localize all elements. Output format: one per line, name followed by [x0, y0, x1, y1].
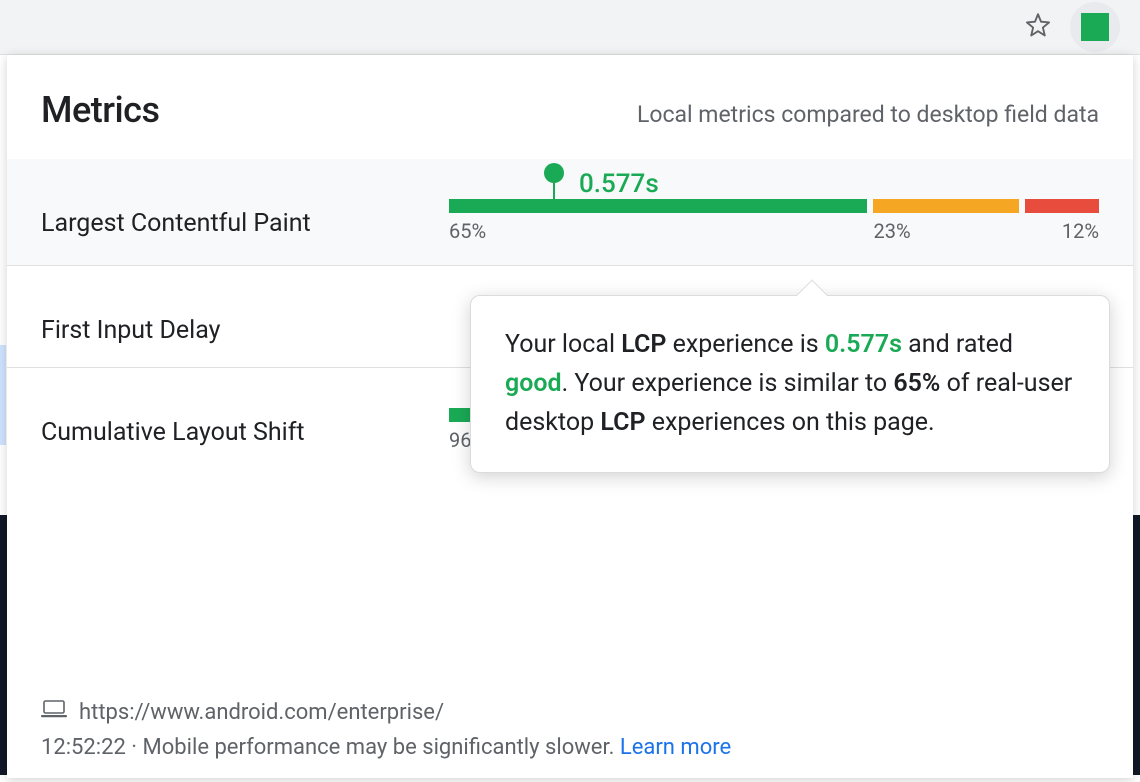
footer-status-line: 12:52:22 · Mobile performance may be sig…: [41, 735, 1099, 760]
distribution-bar: [449, 199, 1099, 213]
learn-more-link[interactable]: Learn more: [620, 735, 731, 760]
metric-distribution: 0.577s65%23%12%: [449, 181, 1099, 243]
metric-name: Largest Contentful Paint: [41, 181, 421, 238]
segment-g: [449, 199, 867, 213]
local-value-label: 0.577s: [579, 169, 659, 199]
panel-footer: https://www.android.com/enterprise/ 12:5…: [7, 689, 1133, 778]
footer-url: https://www.android.com/enterprise/: [79, 700, 444, 725]
metric-name: First Input Delay: [41, 288, 421, 345]
panel-title: Metrics: [41, 89, 159, 131]
panel-header: Metrics Local metrics compared to deskto…: [7, 55, 1133, 159]
segment-label: 23%: [873, 219, 1019, 243]
web-vitals-icon: [1081, 13, 1109, 41]
panel-subtitle: Local metrics compared to desktop field …: [637, 101, 1099, 128]
laptop-icon: [41, 699, 67, 725]
extension-badge[interactable]: [1070, 2, 1120, 52]
footer-url-row: https://www.android.com/enterprise/: [41, 699, 1099, 725]
segment-label: 65%: [449, 219, 867, 243]
page-peek-left: [0, 345, 6, 445]
metric-tooltip: Your local LCP experience is 0.577s and …: [470, 295, 1110, 473]
footer-time: 12:52:22: [41, 735, 126, 760]
browser-toolbar: [0, 0, 1140, 55]
metric-row[interactable]: Largest Contentful Paint0.577s65%23%12%: [7, 159, 1133, 266]
bookmark-star-icon[interactable]: [1024, 11, 1052, 43]
segment-r: [1025, 199, 1099, 213]
distribution-labels: 65%23%12%: [449, 213, 1099, 243]
footer-warning: Mobile performance may be significantly …: [143, 735, 620, 760]
segment-o: [873, 199, 1019, 213]
metric-name: Cumulative Layout Shift: [41, 390, 421, 447]
segment-label: 12%: [1025, 219, 1099, 243]
